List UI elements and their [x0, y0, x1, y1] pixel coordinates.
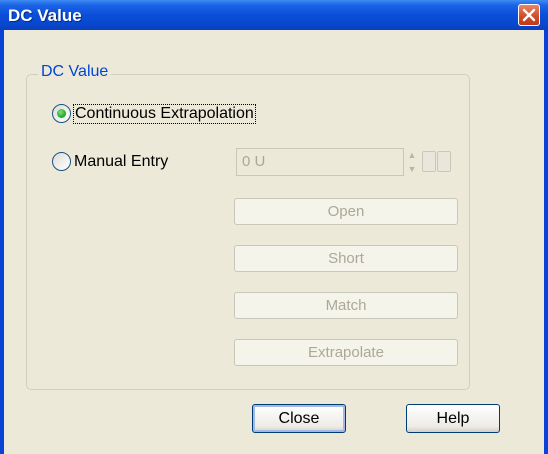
close-window-button[interactable]: [518, 4, 540, 26]
help-button[interactable]: Help: [406, 404, 500, 433]
dialog-body: DC Value Continuous Extrapolation Manual…: [4, 30, 544, 454]
continuous-extrapolation-radio[interactable]: [52, 104, 71, 123]
manual-entry-option[interactable]: Manual Entry: [52, 152, 168, 171]
window-title: DC Value: [8, 6, 82, 25]
unit-menu-button[interactable]: [437, 151, 451, 172]
spin-down-icon[interactable]: ▼: [405, 162, 419, 176]
manual-entry-label: Manual Entry: [74, 152, 169, 170]
group-label: DC Value: [38, 63, 112, 81]
title-bar[interactable]: DC Value: [0, 0, 548, 30]
match-button[interactable]: Match: [234, 292, 458, 319]
dialog-window: DC Value DC Value Continuous Extrapolati…: [0, 0, 548, 454]
close-button[interactable]: Close: [252, 404, 346, 433]
value-spinner[interactable]: ▲ ▼: [405, 148, 419, 176]
manual-entry-radio[interactable]: [52, 152, 71, 171]
continuous-extrapolation-label: Continuous Extrapolation: [73, 103, 256, 124]
extrapolate-button[interactable]: Extrapolate: [234, 339, 458, 366]
spin-up-icon[interactable]: ▲: [405, 148, 419, 162]
short-button[interactable]: Short: [234, 245, 458, 272]
close-icon: [522, 8, 536, 22]
unit-button[interactable]: [422, 151, 436, 172]
continuous-extrapolation-option[interactable]: Continuous Extrapolation: [52, 103, 256, 124]
open-button[interactable]: Open: [234, 198, 458, 225]
manual-value-input[interactable]: 0 U: [236, 148, 404, 176]
